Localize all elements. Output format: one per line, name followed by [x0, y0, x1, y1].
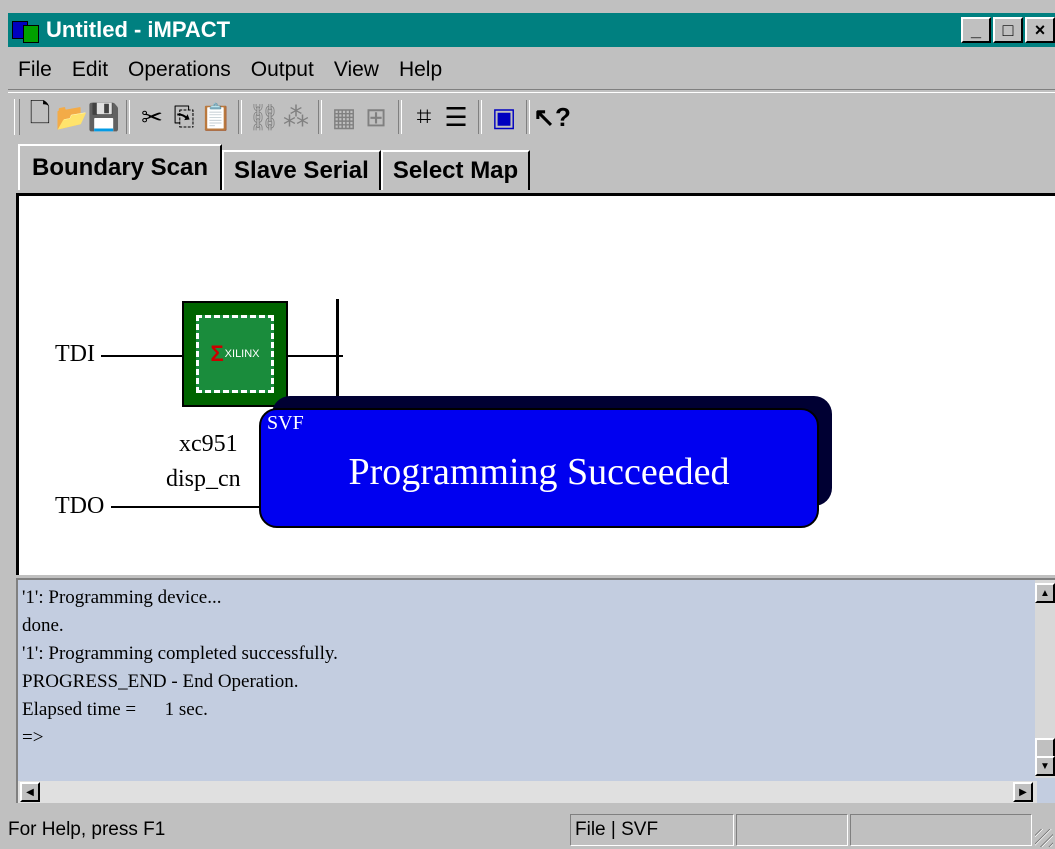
- chip-icon[interactable]: ⌗: [408, 99, 440, 135]
- list-icon[interactable]: ☰: [440, 99, 472, 135]
- boundary-scan-canvas[interactable]: TDI Σ XILINX xc951 disp_cn TDO SVF Progr…: [16, 193, 1055, 575]
- menu-help[interactable]: Help: [389, 58, 452, 82]
- status-pane-3: [850, 814, 1032, 846]
- toolbar-separator: [478, 100, 482, 134]
- toolbar-separator: [318, 100, 322, 134]
- menu-operations[interactable]: Operations: [118, 58, 241, 82]
- log-line: '1': Programming device...: [22, 587, 222, 608]
- new-file-icon[interactable]: 🗋: [24, 98, 56, 135]
- tab-select-map[interactable]: Select Map: [380, 150, 531, 190]
- toolbar-separator: [126, 100, 130, 134]
- tdi-wire: [101, 355, 183, 357]
- maximize-button[interactable]: □: [993, 17, 1023, 43]
- window-title: Untitled - iMPACT: [46, 17, 231, 42]
- scroll-left-arrow-icon[interactable]: ◀: [20, 782, 40, 802]
- scroll-down-arrow-icon[interactable]: ▼: [1035, 756, 1055, 776]
- popup-message: Programming Succeeded: [348, 451, 730, 493]
- menu-bar: File Edit Operations Output View Help: [8, 52, 452, 88]
- open-folder-icon[interactable]: 📂: [56, 99, 88, 135]
- toolbar-separator: [398, 100, 402, 134]
- log-line: '1': Programming completed successfully.: [22, 643, 338, 664]
- xilinx-logo: Σ XILINX: [210, 343, 259, 365]
- menu-file[interactable]: File: [8, 58, 62, 82]
- chain-icon-2[interactable]: ⁂: [280, 99, 312, 135]
- vertical-scroll-thumb[interactable]: [1035, 738, 1055, 758]
- device-part-label: xc951: [179, 431, 238, 457]
- program-icon[interactable]: ▣: [488, 99, 520, 135]
- tdo-wire: [111, 506, 271, 508]
- log-line: PROGRESS_END - End Operation.: [22, 671, 299, 692]
- popup-tag: SVF: [267, 412, 304, 434]
- status-mode-pane: File | SVF: [570, 814, 734, 846]
- toolbar-separator: [238, 100, 242, 134]
- scroll-up-arrow-icon[interactable]: ▲: [1035, 583, 1055, 603]
- grid-icon-1[interactable]: ▦: [328, 99, 360, 135]
- paste-icon[interactable]: 📋: [200, 99, 232, 135]
- save-icon[interactable]: 💾: [88, 99, 120, 135]
- copy-icon[interactable]: ⎘: [168, 99, 200, 135]
- context-help-icon[interactable]: ↖?: [533, 99, 571, 135]
- device-chip[interactable]: Σ XILINX: [182, 301, 288, 407]
- menu-view[interactable]: View: [324, 58, 389, 82]
- toolbar-divider: [8, 89, 1055, 93]
- vertical-scrollbar[interactable]: ▲ ▼: [1035, 580, 1055, 778]
- tab-boundary-scan[interactable]: Boundary Scan: [18, 144, 223, 190]
- device-file-label: disp_cn: [166, 466, 241, 492]
- view-tabs: Boundary Scan Slave Serial Select Map: [18, 144, 531, 190]
- resize-grip-icon[interactable]: [1035, 829, 1053, 847]
- minimize-button[interactable]: _: [961, 17, 991, 43]
- cut-icon[interactable]: ✂: [136, 99, 168, 135]
- chain-icon-1[interactable]: ⛓: [248, 99, 281, 135]
- toolbar-separator: [526, 100, 530, 134]
- chip-die: Σ XILINX: [196, 315, 274, 393]
- status-help-text: For Help, press F1: [8, 819, 166, 840]
- close-button[interactable]: ×: [1025, 17, 1055, 43]
- menu-edit[interactable]: Edit: [62, 58, 118, 82]
- tab-slave-serial[interactable]: Slave Serial: [222, 150, 381, 190]
- title-bar[interactable]: Untitled - iMPACT _ □ ×: [8, 13, 1055, 47]
- output-log[interactable]: '1': Programming device... done. '1': Pr…: [16, 578, 1055, 803]
- status-bar: For Help, press F1 File | SVF: [8, 808, 1055, 849]
- horizontal-scrollbar[interactable]: ◀ ▶: [18, 781, 1037, 803]
- menu-output[interactable]: Output: [241, 58, 324, 82]
- log-line: done.: [22, 615, 64, 636]
- status-pane-2: [736, 814, 848, 846]
- log-lines: '1': Programming device... done. '1': Pr…: [22, 584, 338, 752]
- programming-status-popup: SVF Programming Succeeded: [259, 408, 819, 528]
- xilinx-sigma-icon: Σ: [210, 341, 224, 366]
- xilinx-logo-text: XILINX: [224, 348, 260, 360]
- tdo-chain-wire: [288, 355, 343, 357]
- app-window: Untitled - iMPACT _ □ × File Edit Operat…: [0, 0, 1055, 849]
- log-line: Elapsed time = 1 sec.: [22, 699, 208, 720]
- tdi-label: TDI: [55, 341, 95, 367]
- toolbar: 🗋 📂 💾 ✂ ⎘ 📋 ⛓ ⁂ ▦ ⊞ ⌗ ☰ ▣ ↖?: [8, 95, 571, 139]
- toolbar-grip[interactable]: [14, 99, 20, 135]
- log-line: =>: [22, 727, 44, 748]
- scroll-right-arrow-icon[interactable]: ▶: [1013, 782, 1033, 802]
- impact-app-icon[interactable]: [12, 17, 40, 43]
- tdo-label: TDO: [55, 493, 105, 519]
- grid-icon-2[interactable]: ⊞: [360, 99, 392, 135]
